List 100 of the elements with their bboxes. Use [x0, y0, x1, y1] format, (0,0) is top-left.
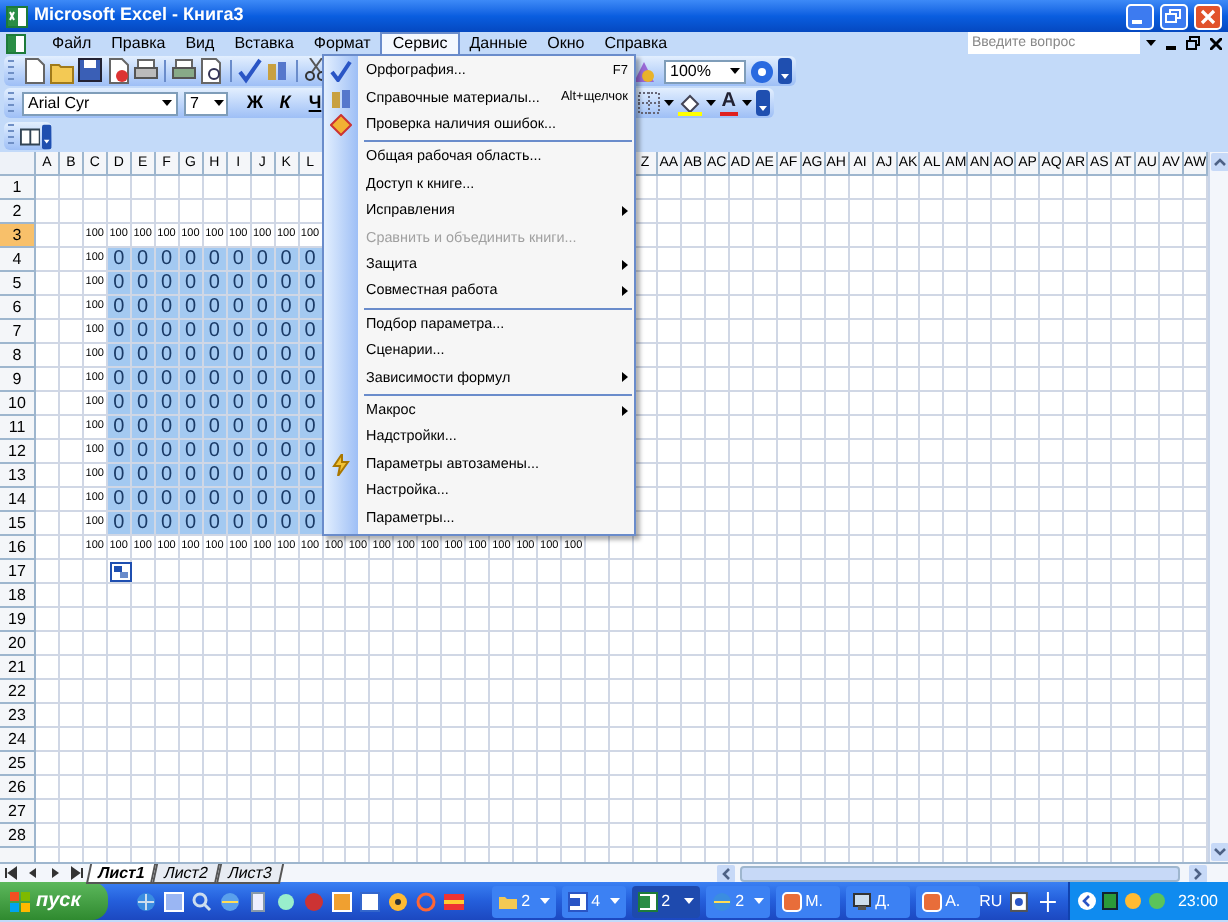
- table-cell: 0: [131, 272, 156, 296]
- table-cell: 0: [299, 344, 323, 368]
- bold-button[interactable]: Ж: [242, 89, 268, 117]
- table-cell: 0: [275, 416, 300, 440]
- table-cell: 0: [179, 464, 204, 488]
- table-cell: 0: [227, 440, 252, 464]
- table-cell: 0: [131, 464, 156, 488]
- table-cell: 0: [275, 440, 300, 464]
- window-title: Microsoft Excel - Книга3: [34, 2, 244, 29]
- sheet-tab[interactable]: Лист3: [216, 863, 285, 883]
- menu-item[interactable]: Формат: [303, 32, 381, 54]
- taskbar-button[interactable]: 2: [491, 885, 556, 917]
- table-cell: 0: [179, 344, 204, 368]
- table-cell: 0: [203, 320, 228, 344]
- row-header[interactable]: 25: [0, 752, 36, 776]
- taskbar-button[interactable]: 2: [631, 885, 700, 917]
- table-cell: 0: [203, 248, 228, 272]
- table-cell: 0: [155, 248, 180, 272]
- table-cell: 0: [107, 320, 132, 344]
- table-cell: 0: [275, 320, 300, 344]
- table-cell: 0: [155, 512, 180, 536]
- row-header[interactable]: 26: [0, 776, 36, 800]
- row-header[interactable]: 6: [0, 296, 36, 320]
- row-header[interactable]: 12: [0, 440, 36, 464]
- table-cell: 0: [251, 488, 276, 512]
- table-cell: 0: [227, 416, 252, 440]
- row-header[interactable]: 2: [0, 200, 36, 224]
- taskbar-button[interactable]: А.: [915, 885, 980, 917]
- table-cell: 0: [275, 248, 300, 272]
- row-header[interactable]: 3: [0, 224, 36, 248]
- row-header[interactable]: 27: [0, 800, 36, 824]
- menu-item[interactable]: Вставка: [224, 32, 304, 54]
- table-cell: 0: [179, 248, 204, 272]
- row-header[interactable]: 10: [0, 392, 36, 416]
- language-indicator[interactable]: RU: [979, 889, 1003, 913]
- row-header[interactable]: 14: [0, 488, 36, 512]
- table-cell: 0: [155, 272, 180, 296]
- row-header[interactable]: 22: [0, 680, 36, 704]
- table-cell: 0: [203, 416, 228, 440]
- table-cell: 0: [107, 368, 132, 392]
- row-header[interactable]: 11: [0, 416, 36, 440]
- row-header[interactable]: 15: [0, 512, 36, 536]
- row-header[interactable]: 13: [0, 464, 36, 488]
- row-header[interactable]: 9: [0, 368, 36, 392]
- table-cell: 0: [179, 320, 204, 344]
- row-header[interactable]: 23: [0, 704, 36, 728]
- row-header[interactable]: 18: [0, 584, 36, 608]
- row-header[interactable]: 28: [0, 824, 36, 848]
- font-dropdown[interactable]: Arial Cyr: [22, 91, 178, 115]
- sheet-tab[interactable]: Лист1: [85, 863, 157, 883]
- row-header[interactable]: 4: [0, 248, 36, 272]
- table-cell: 0: [251, 440, 276, 464]
- menu-item[interactable]: Данные: [459, 32, 538, 54]
- table-cell: 0: [131, 512, 156, 536]
- table-cell: 0: [299, 488, 323, 512]
- row-header[interactable]: 7: [0, 320, 36, 344]
- table-cell: 0: [275, 488, 300, 512]
- table-cell: 0: [179, 392, 204, 416]
- italic-button[interactable]: К: [272, 89, 298, 117]
- row-header[interactable]: 24: [0, 728, 36, 752]
- taskbar-button[interactable]: Д.: [845, 885, 910, 917]
- row-header[interactable]: 5: [0, 272, 36, 296]
- row-header[interactable]: 21: [0, 656, 36, 680]
- menu-item[interactable]: Вид: [175, 32, 225, 54]
- table-cell: 0: [299, 272, 323, 296]
- font-color-button[interactable]: A: [719, 91, 738, 115]
- table-cell: 0: [155, 344, 180, 368]
- row-header[interactable]: 17: [0, 560, 36, 584]
- table-cell: 0: [251, 392, 276, 416]
- sheet-tab[interactable]: Лист2: [152, 863, 221, 883]
- menu-item[interactable]: Файл: [42, 32, 102, 54]
- menu-item[interactable]: Окно: [537, 32, 595, 54]
- taskbar-button[interactable]: 4: [561, 885, 626, 917]
- table-cell: 0: [275, 512, 300, 536]
- table-cell: 0: [131, 296, 156, 320]
- row-header[interactable]: 16: [0, 536, 36, 560]
- table-cell: 0: [227, 272, 252, 296]
- row-header[interactable]: 1: [0, 176, 36, 200]
- table-cell: 0: [203, 440, 228, 464]
- table-cell: 0: [131, 320, 156, 344]
- table-cell: 0: [251, 296, 276, 320]
- taskbar-button[interactable]: М.: [775, 885, 840, 917]
- clock: 23:00: [1177, 889, 1218, 913]
- table-cell: 0: [107, 272, 132, 296]
- zoom-dropdown[interactable]: 100%: [664, 59, 746, 83]
- table-cell: 0: [251, 320, 276, 344]
- table-cell: 0: [203, 272, 228, 296]
- menu-item[interactable]: Правка: [101, 32, 176, 54]
- underline-button[interactable]: Ч: [302, 89, 328, 117]
- taskbar-button[interactable]: 2: [705, 885, 770, 917]
- menu-item[interactable]: Справка: [594, 32, 678, 54]
- row-header[interactable]: 19: [0, 608, 36, 632]
- table-cell: 0: [107, 296, 132, 320]
- table-cell: 0: [179, 368, 204, 392]
- table-cell: 0: [179, 440, 204, 464]
- menu-item[interactable]: Сервис: [380, 32, 460, 54]
- font-size-dropdown[interactable]: 7: [184, 91, 228, 115]
- row-header[interactable]: 8: [0, 344, 36, 368]
- row-header[interactable]: 20: [0, 632, 36, 656]
- table-cell: 0: [131, 440, 156, 464]
